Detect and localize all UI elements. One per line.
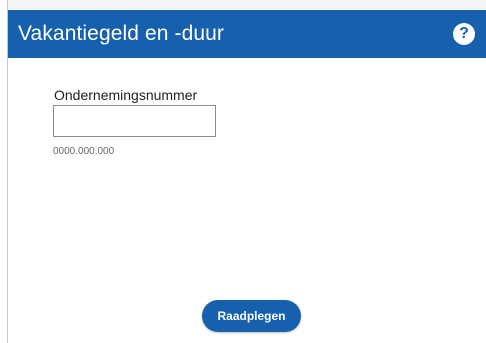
page-title: Vakantiegeld en -duur [18, 22, 225, 45]
top-strip [7, 0, 486, 9]
ondernemingsnummer-label: Ondernemingsnummer [54, 87, 198, 103]
ondernemingsnummer-input[interactable] [53, 105, 216, 137]
question-circle-icon[interactable]: ? [453, 23, 475, 45]
ondernemingsnummer-format-hint: 0000.000.000 [53, 146, 115, 157]
raadplegen-button[interactable]: Raadplegen [202, 300, 301, 332]
page: Vakantiegeld en -duur ? Ondernemingsnumm… [0, 0, 486, 343]
header-bar: Vakantiegeld en -duur ? [8, 10, 486, 58]
